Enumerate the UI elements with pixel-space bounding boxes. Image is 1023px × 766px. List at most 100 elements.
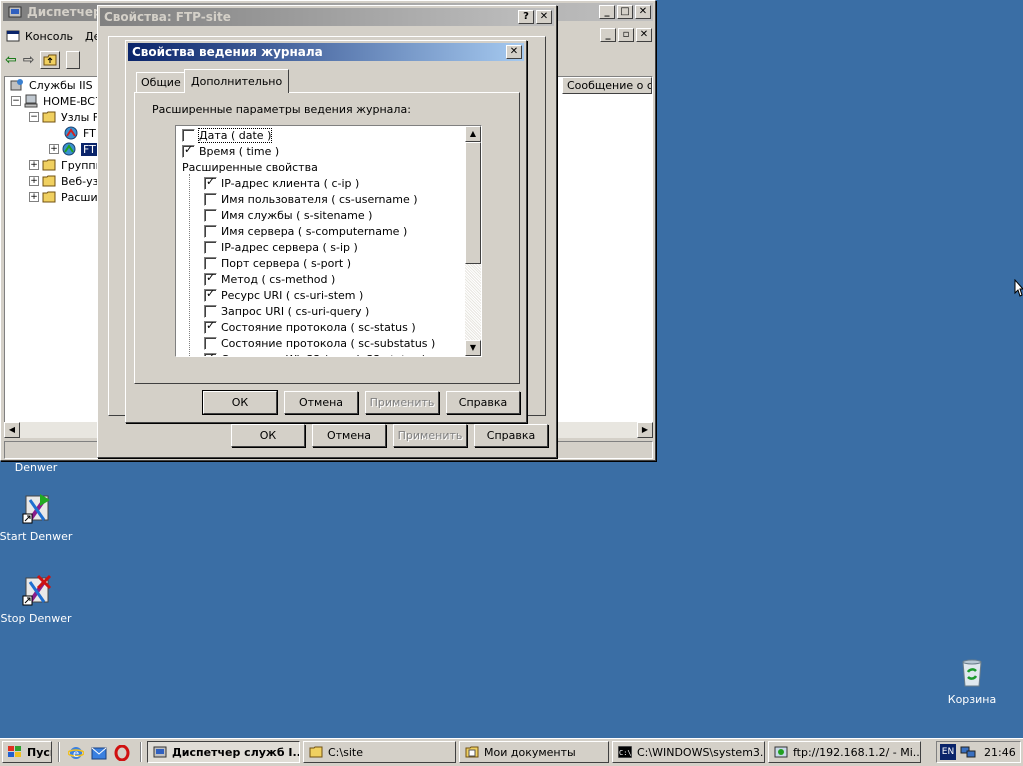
field-label: Порт сервера ( s-port ) — [221, 256, 351, 270]
log-ok-button[interactable]: ОК — [202, 390, 278, 415]
vertical-scrollbar[interactable]: ▲ ▼ — [465, 126, 481, 356]
collapse-icon[interactable]: − — [29, 112, 39, 122]
expand-icon[interactable]: + — [29, 192, 39, 202]
up-folder-icon[interactable] — [40, 51, 61, 69]
ftp-apply-button[interactable]: Применить — [393, 424, 467, 447]
field-checkbox[interactable] — [204, 319, 217, 334]
logging-field-item[interactable]: IP-адрес сервера ( s-ip ) — [178, 239, 464, 255]
field-checkbox[interactable] — [204, 336, 217, 350]
field-checkbox[interactable] — [204, 208, 217, 222]
tree-item-ftp-1[interactable]: FT — [63, 125, 96, 141]
scroll-thumb[interactable] — [465, 142, 481, 264]
collapse-icon[interactable]: − — [11, 96, 21, 106]
field-checkbox[interactable] — [204, 240, 217, 254]
expand-icon[interactable]: + — [29, 176, 39, 186]
log-dialog-titlebar[interactable]: Свойства ведения журнала ✕ — [128, 43, 524, 61]
close-button[interactable]: ✕ — [635, 5, 651, 19]
logging-field-item[interactable]: Имя сервера ( s-computername ) — [178, 223, 464, 239]
ftp-site-icon — [61, 141, 77, 157]
ftp-help-button[interactable]: Справка — [474, 424, 548, 447]
ftp-cancel-button[interactable]: Отмена — [312, 424, 386, 447]
logging-field-item[interactable]: Запрос URI ( cs-uri-query ) — [178, 303, 464, 319]
task-ftp-explorer[interactable]: ftp://192.168.1.2/ - Mi... — [768, 741, 921, 763]
field-label: Состояние Win32 ( sc-win32-status ) — [221, 353, 426, 357]
logging-field-item[interactable]: Метод ( cs-method ) — [178, 271, 464, 287]
help-question-button[interactable]: ? — [518, 10, 534, 24]
forward-arrow-icon[interactable]: ⇨ — [23, 52, 35, 68]
tree-item-groups[interactable]: + Группы — [29, 157, 104, 173]
tab-general[interactable]: Общие — [136, 72, 186, 92]
field-checkbox[interactable] — [204, 192, 217, 206]
opera-icon[interactable] — [114, 744, 130, 764]
field-checkbox[interactable] — [204, 256, 217, 270]
expand-icon[interactable]: + — [49, 144, 59, 154]
ftp-ok-button[interactable]: ОК — [231, 424, 305, 447]
mdi-minimize-button[interactable]: _ — [600, 28, 616, 42]
field-checkbox[interactable] — [204, 175, 217, 190]
scroll-right-icon[interactable]: ▶ — [637, 422, 653, 438]
field-checkbox[interactable] — [204, 304, 217, 318]
column-header-message[interactable]: Сообщение о сос — [562, 77, 652, 94]
tree-item-label: FT — [83, 126, 96, 140]
start-button[interactable]: Пуск — [2, 741, 52, 763]
logging-fields-list[interactable]: Дата ( date )Время ( time ) Расширенные с… — [175, 125, 482, 357]
field-label: Имя сервера ( s-computername ) — [221, 224, 408, 238]
mdi-restore-button[interactable]: ▫ — [618, 28, 634, 42]
tree-item-websites[interactable]: + Веб-уз — [29, 173, 98, 189]
task-site-folder[interactable]: C:\site — [303, 741, 456, 763]
outlook-express-icon[interactable] — [91, 745, 107, 764]
field-checkbox[interactable] — [204, 271, 217, 286]
logging-field-item[interactable]: IP-адрес клиента ( c-ip ) — [178, 175, 464, 191]
field-checkbox[interactable] — [182, 143, 195, 158]
scroll-down-icon[interactable]: ▼ — [465, 340, 481, 356]
task-my-documents[interactable]: Мои документы — [459, 741, 609, 763]
ftp-dialog-close-button[interactable]: ✕ — [536, 10, 552, 24]
logging-field-item[interactable]: Состояние протокола ( sc-status ) — [178, 319, 464, 335]
field-checkbox[interactable] — [182, 128, 195, 142]
cursor-icon — [1014, 278, 1023, 300]
show-tree-icon[interactable] — [66, 51, 81, 69]
field-checkbox[interactable] — [204, 287, 217, 302]
tree-item-home[interactable]: − HOME-BC7 — [11, 93, 102, 109]
log-help-button[interactable]: Справка — [446, 391, 520, 414]
tree-item-ftp-2[interactable]: + FT — [49, 141, 98, 157]
logging-field-item[interactable]: Порт сервера ( s-port ) — [178, 255, 464, 271]
logging-field-item[interactable]: Имя пользователя ( cs-username ) — [178, 191, 464, 207]
minimize-button[interactable]: _ — [599, 5, 615, 19]
logging-field-item[interactable]: Дата ( date ) — [178, 127, 464, 143]
tree-item-iis-services[interactable]: Службы IIS — [9, 77, 93, 93]
logging-field-item[interactable]: Состояние Win32 ( sc-win32-status ) — [178, 351, 464, 357]
logging-field-item[interactable]: Расширенные свойства — [178, 159, 464, 175]
ftp-dialog-titlebar[interactable]: Свойства: FTP-site ? ✕ — [100, 8, 554, 26]
back-arrow-icon[interactable]: ⇦ — [5, 52, 17, 68]
task-cmd[interactable]: C:\ C:\WINDOWS\system3... — [612, 741, 765, 763]
logging-field-item[interactable]: Состояние протокола ( sc-substatus ) — [178, 335, 464, 351]
field-checkbox[interactable] — [204, 351, 217, 356]
scroll-left-icon[interactable]: ◀ — [4, 422, 20, 438]
field-label: IP-адрес клиента ( c-ip ) — [221, 176, 360, 190]
scroll-up-icon[interactable]: ▲ — [465, 126, 481, 142]
field-label: Имя пользователя ( cs-username ) — [221, 192, 418, 206]
tab-advanced[interactable]: Дополнительно — [184, 69, 290, 93]
folder-icon — [41, 189, 57, 205]
task-iis-manager[interactable]: Диспетчер служб I... — [147, 741, 300, 763]
log-cancel-button[interactable]: Отмена — [284, 391, 358, 414]
field-label: Время ( time ) — [199, 144, 280, 158]
language-indicator[interactable]: EN — [940, 744, 956, 760]
network-icon[interactable] — [960, 744, 976, 763]
iis-menubar: Консоль Де — [5, 26, 100, 46]
field-checkbox[interactable] — [204, 224, 217, 238]
tree-item-extensions[interactable]: + Расши — [29, 189, 98, 205]
log-dialog-title: Свойства ведения журнала — [132, 45, 323, 59]
menu-console[interactable]: Консоль — [25, 30, 73, 43]
tree-item-ftp-sites[interactable]: − Узлы F — [29, 109, 99, 125]
logging-field-item[interactable]: Время ( time ) — [178, 143, 464, 159]
maximize-button[interactable]: □ — [617, 5, 633, 19]
expand-icon[interactable]: + — [29, 160, 39, 170]
mdi-close-button[interactable]: ✕ — [636, 28, 652, 42]
log-apply-button[interactable]: Применить — [365, 391, 439, 414]
ie-icon[interactable]: e — [67, 745, 85, 764]
log-dialog-close-button[interactable]: ✕ — [506, 45, 522, 59]
logging-field-item[interactable]: Имя службы ( s-sitename ) — [178, 207, 464, 223]
logging-field-item[interactable]: Ресурс URI ( cs-uri-stem ) — [178, 287, 464, 303]
